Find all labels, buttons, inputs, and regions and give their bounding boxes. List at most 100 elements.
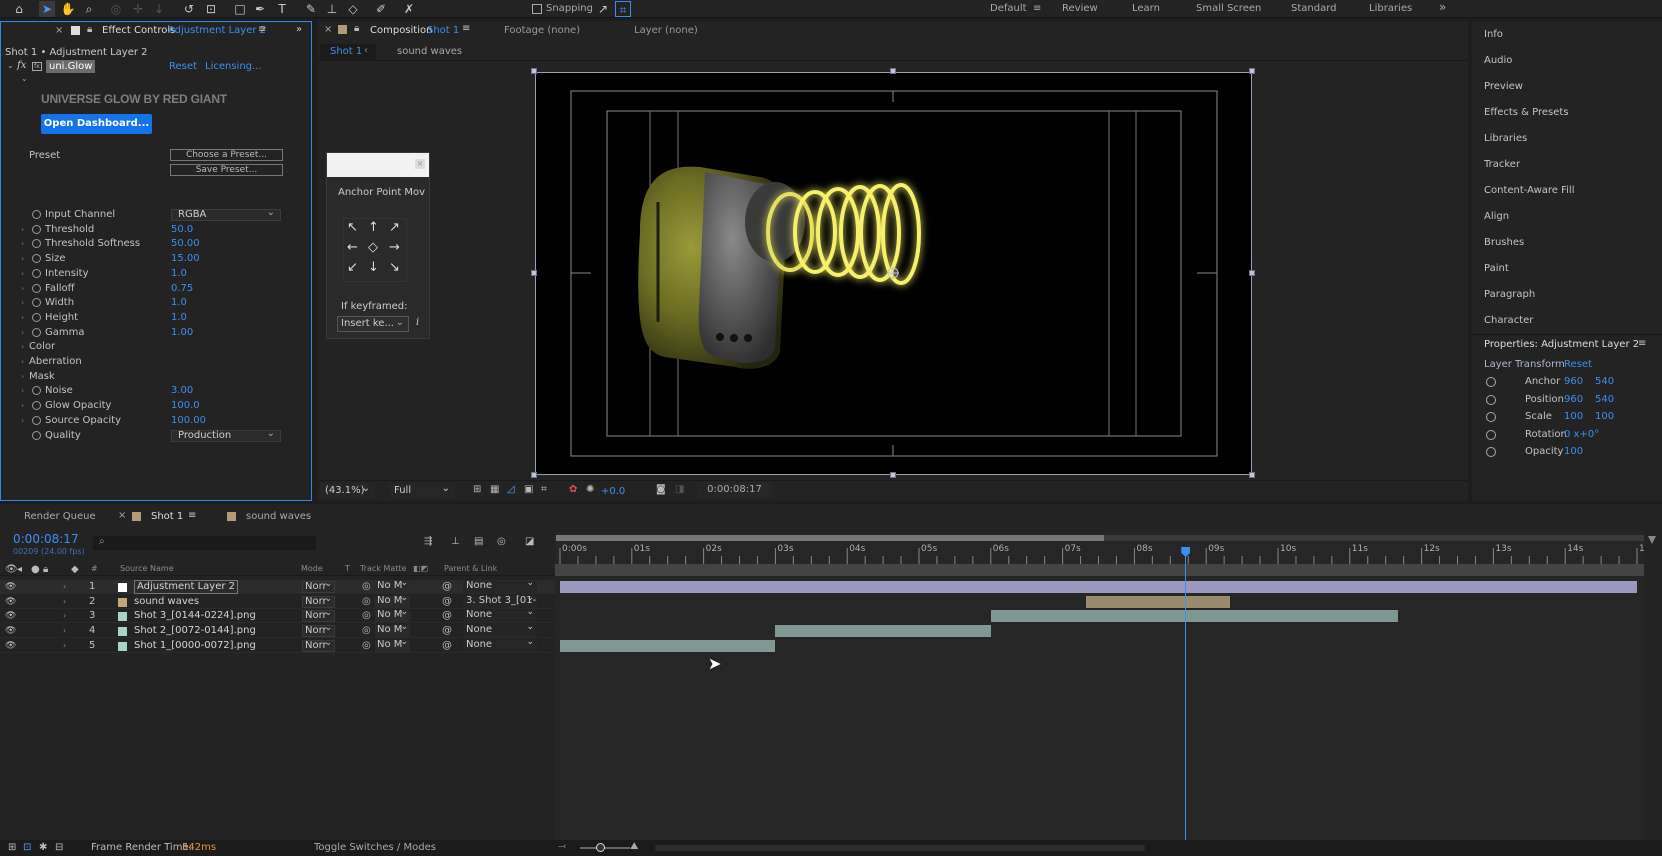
clone-stamp-tool-icon[interactable]: ⊥ bbox=[324, 1, 340, 17]
layer-label-color[interactable] bbox=[118, 612, 127, 622]
twirl-icon[interactable]: › bbox=[21, 340, 24, 354]
region-of-interest-icon[interactable]: ⊞ bbox=[473, 484, 481, 495]
timeline-close-icon[interactable]: × bbox=[118, 510, 126, 521]
composition-tab-name[interactable]: Shot 1 bbox=[427, 25, 459, 36]
layer-duration-bar[interactable] bbox=[775, 625, 991, 638]
shot-tab[interactable]: Shot 1 bbox=[151, 511, 183, 522]
exposure-reset-icon[interactable]: ✺ bbox=[586, 484, 594, 495]
parent-select[interactable]: None bbox=[463, 637, 537, 652]
transform-value-1[interactable]: 960 bbox=[1564, 376, 1583, 387]
effect-prop-row[interactable]: › Height 1.0 bbox=[1, 311, 311, 325]
visibility-eye-icon[interactable]: 👁︎ bbox=[5, 624, 16, 638]
timeline-track-area[interactable] bbox=[555, 532, 1662, 840]
transform-stopwatch-icon[interactable] bbox=[1486, 377, 1496, 387]
layer-mode-select[interactable]: Norr bbox=[302, 608, 335, 623]
transform-stopwatch-icon[interactable] bbox=[1486, 412, 1496, 422]
workspace-default[interactable]: Default bbox=[990, 3, 1027, 14]
visibility-eye-icon[interactable]: 👁︎ bbox=[5, 639, 16, 653]
playhead[interactable] bbox=[1185, 548, 1187, 840]
transform-value-1[interactable]: 100 bbox=[1564, 411, 1583, 422]
right-panel-item[interactable]: Tracker bbox=[1484, 159, 1520, 170]
effect-prop-value[interactable]: 0.75 bbox=[171, 282, 193, 296]
mask-visibility-icon[interactable]: ◿ bbox=[507, 484, 515, 495]
layer-mode-select[interactable]: Norr bbox=[302, 594, 335, 608]
twirl-icon[interactable]: › bbox=[21, 252, 24, 266]
layer-duration-bar[interactable] bbox=[560, 581, 1637, 593]
show-snapshot-icon[interactable]: ◨ bbox=[675, 484, 684, 495]
twirl-icon[interactable]: › bbox=[21, 223, 24, 237]
effect-prop-row[interactable]: › Intensity 1.0 bbox=[1, 267, 311, 281]
layer-duration-bar[interactable] bbox=[1086, 595, 1230, 608]
exposure-value[interactable]: +0.0 bbox=[601, 486, 625, 497]
stopwatch-icon[interactable] bbox=[32, 224, 41, 234]
stopwatch-icon[interactable] bbox=[32, 268, 41, 278]
table-row[interactable]: 👁︎ › 5 Shot 1_[0000-0072].png Norr ◎ No M @ None bbox=[0, 637, 555, 653]
source-name-column[interactable]: Source Name bbox=[120, 564, 174, 573]
type-tool-icon[interactable]: T bbox=[274, 1, 290, 17]
snapping-checkbox[interactable] bbox=[532, 4, 542, 14]
comp-mini-flowchart-icon[interactable]: ⇶ bbox=[424, 536, 432, 547]
layer-label-color[interactable] bbox=[118, 627, 127, 637]
comp-lock-icon[interactable]: 🔒︎ bbox=[354, 23, 359, 34]
viewer-timecode[interactable]: 0:00:08:17 bbox=[697, 482, 772, 498]
twirl-icon[interactable]: › bbox=[21, 384, 24, 398]
anchor-bottom-right-icon[interactable]: ↘ bbox=[389, 260, 400, 275]
choose-preset-button[interactable]: Choose a Preset... bbox=[170, 149, 283, 161]
anchor-bottom-left-icon[interactable]: ↙ bbox=[347, 260, 358, 275]
layer-name[interactable]: Adjustment Layer 2 bbox=[134, 580, 239, 594]
layer-duration-bar[interactable] bbox=[990, 610, 1398, 623]
effect-prop-value[interactable]: 3.00 bbox=[171, 384, 193, 398]
timeline-scrollbar[interactable] bbox=[655, 845, 1145, 851]
layer-twirl-icon[interactable]: › bbox=[63, 595, 66, 609]
pan-tool-icon[interactable]: ✛ bbox=[130, 1, 146, 17]
brush-tool-icon[interactable]: ✎ bbox=[303, 1, 319, 17]
anchor-top-right-icon[interactable]: ↗ bbox=[389, 220, 400, 235]
orbit-tool-icon[interactable]: ◎ bbox=[108, 1, 124, 17]
panel-menu-icon[interactable]: ≡ bbox=[258, 24, 266, 35]
save-preset-button[interactable]: Save Preset... bbox=[170, 164, 283, 176]
preserve-transparency-icon[interactable]: ◎ bbox=[362, 595, 371, 609]
effect-prop-row[interactable]: › Size 15.00 bbox=[1, 252, 311, 266]
visibility-eye-icon[interactable]: 👁︎ bbox=[5, 580, 16, 594]
right-panel-item[interactable]: Libraries bbox=[1484, 133, 1527, 144]
layer-search-input[interactable]: ⌕ bbox=[93, 536, 316, 550]
zoom-tool-icon[interactable]: ⌕ bbox=[81, 1, 97, 17]
track-matte-select[interactable]: No M bbox=[375, 578, 410, 593]
snap-edges-icon[interactable]: ⌗ bbox=[615, 1, 631, 17]
layer-name[interactable]: Shot 1_[0000-0072].png bbox=[134, 639, 256, 653]
open-dashboard-button[interactable]: Open Dashboard... bbox=[41, 114, 152, 134]
hide-shy-icon[interactable]: ▤ bbox=[474, 536, 483, 547]
twirl-icon[interactable]: › bbox=[21, 267, 24, 281]
effect-prop-value[interactable]: 1.0 bbox=[171, 296, 187, 310]
pick-whip-icon[interactable]: @ bbox=[442, 609, 452, 623]
lock-icon[interactable]: 🔒︎ bbox=[87, 24, 92, 35]
twirl-icon[interactable]: › bbox=[21, 414, 24, 428]
twirl-icon[interactable]: › bbox=[21, 296, 24, 310]
visibility-eye-icon[interactable]: 👁︎ bbox=[5, 609, 16, 623]
anchor-bottom-icon[interactable]: ↓ bbox=[368, 260, 379, 275]
table-row[interactable]: 👁︎ › 4 Shot 2_[0072-0144].png Norr ◎ No M @ None bbox=[0, 622, 555, 639]
layer-tab[interactable]: Layer (none) bbox=[634, 25, 698, 36]
layer-label-color[interactable] bbox=[118, 583, 127, 592]
workspace-review[interactable]: Review bbox=[1062, 3, 1098, 14]
frame-blending-icon[interactable]: ◎ bbox=[497, 536, 506, 547]
effect-prop-value[interactable]: 100.0 bbox=[171, 399, 200, 413]
track-matte-select[interactable]: No M bbox=[375, 622, 410, 638]
layer-twirl-icon[interactable]: › bbox=[63, 639, 66, 653]
breadcrumb-other[interactable]: sound waves bbox=[397, 46, 462, 57]
right-panel-item[interactable]: Preview bbox=[1484, 81, 1523, 92]
zoom-slider-thumb[interactable] bbox=[596, 843, 605, 852]
layer-label-color[interactable] bbox=[118, 641, 127, 651]
effect-prop-row[interactable]: › Noise 3.00 bbox=[1, 384, 311, 398]
parent-select[interactable]: None bbox=[463, 622, 537, 638]
stopwatch-icon[interactable] bbox=[32, 254, 41, 264]
effect-prop-row[interactable]: › Mask bbox=[1, 370, 311, 384]
layer-name[interactable]: Shot 3_[0144-0224].png bbox=[134, 609, 256, 623]
breadcrumb-active[interactable]: Shot 1 ‹ bbox=[320, 44, 376, 60]
stopwatch-icon[interactable] bbox=[32, 327, 41, 337]
stopwatch-icon[interactable] bbox=[32, 239, 41, 249]
transform-stopwatch-icon[interactable] bbox=[1486, 394, 1496, 405]
effect-prop-row[interactable]: › Glow Opacity 100.0 bbox=[1, 399, 311, 413]
handle-right[interactable] bbox=[1249, 270, 1255, 276]
anchor-top-left-icon[interactable]: ↖ bbox=[347, 220, 358, 235]
